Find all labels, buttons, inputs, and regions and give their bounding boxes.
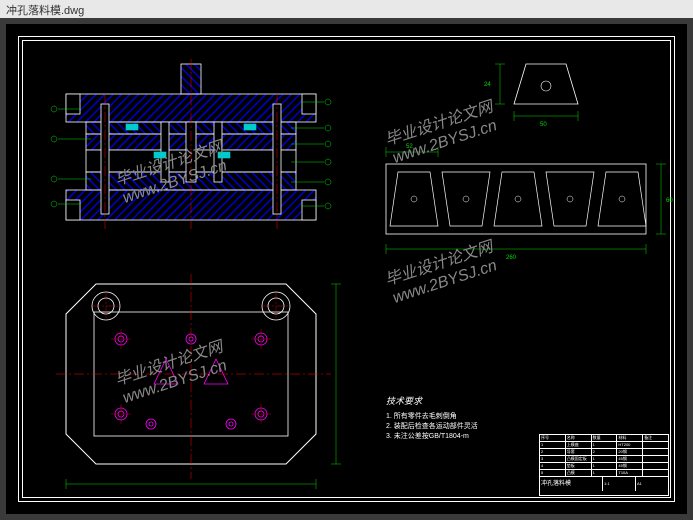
table-row: 5 凸模 1 T10A bbox=[540, 470, 668, 477]
notes-title: 技术要求 bbox=[386, 394, 478, 407]
notes-line: 3. 未注公差按GB/T1804-m bbox=[386, 431, 478, 441]
svg-text:260: 260 bbox=[506, 255, 517, 261]
title-block: 序号 名称 数量 材料 备注 1 上模座 1 HT200 2 导套 2 20钢 … bbox=[539, 434, 669, 496]
window-title: 冲孔落料模.dwg bbox=[6, 5, 84, 17]
table-row: 1 上模座 1 HT200 bbox=[540, 442, 668, 449]
svg-text:50: 50 bbox=[540, 122, 547, 128]
svg-text:60: 60 bbox=[666, 198, 673, 204]
section-view bbox=[51, 59, 331, 229]
table-row: 序号 名称 数量 材料 备注 bbox=[540, 435, 668, 442]
table-row: 冲孔落料模 1:1 A1 bbox=[540, 477, 668, 491]
table-row: 2 导套 2 20钢 bbox=[540, 449, 668, 456]
plan-view bbox=[56, 274, 341, 489]
svg-text:52: 52 bbox=[406, 144, 413, 150]
cad-canvas[interactable]: 50 24 bbox=[6, 24, 687, 514]
table-row: 4 垫板 1 45钢 bbox=[540, 463, 668, 470]
window-titlebar: 冲孔落料模.dwg bbox=[0, 0, 693, 18]
part-detail: 50 24 bbox=[484, 64, 578, 128]
notes-line: 2. 装配后检查各运动部件灵活 bbox=[386, 421, 478, 431]
notes-line: 1. 所有零件去毛刺倒角 bbox=[386, 411, 478, 421]
svg-text:24: 24 bbox=[484, 82, 491, 88]
strip-layout: 260 52 60 bbox=[386, 144, 673, 261]
table-row: 3 凸模固定板 1 45钢 bbox=[540, 456, 668, 463]
technical-notes: 技术要求 1. 所有零件去毛刺倒角 2. 装配后检查各运动部件灵活 3. 未注公… bbox=[386, 394, 478, 441]
